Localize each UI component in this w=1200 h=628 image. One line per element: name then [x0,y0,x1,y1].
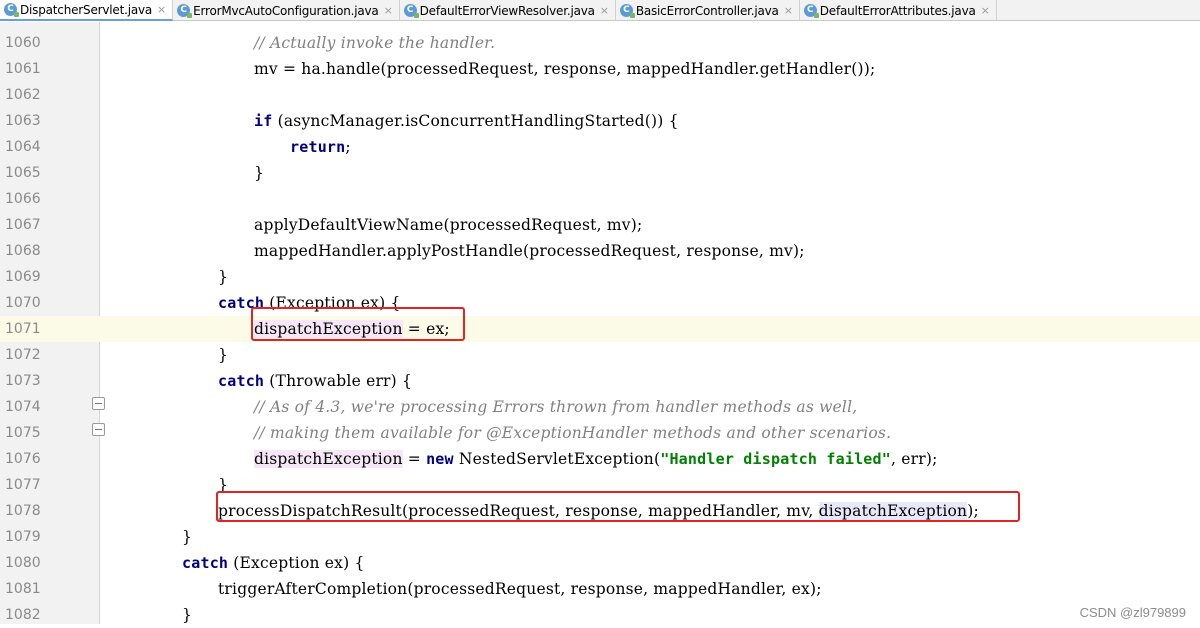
code-line-current: 1071 dispatchException = ex; [0,316,1200,342]
code-line: 1074 // As of 4.3, we're processing Erro… [0,394,1200,420]
code-comment: // making them available for @ExceptionH… [254,424,892,442]
keyword: if [254,112,273,130]
code-line: 1064 return; [0,134,1200,160]
tab-dispatcherservlet[interactable]: C DispatcherServlet.java × [0,0,174,21]
line-number: 1070 [5,295,41,311]
java-class-icon: C [619,4,635,18]
variable-dispatchexception: dispatchException [254,450,403,468]
keyword: new [426,450,454,468]
close-icon[interactable]: × [600,4,609,17]
code-line: 1075 // making them available for @Excep… [0,420,1200,446]
tab-defaulterrorviewresolver[interactable]: C DefaultErrorViewResolver.java × [400,0,616,21]
code-text: = [402,450,427,468]
code-line: 1063 if (asyncManager.isConcurrentHandli… [0,108,1200,134]
code-text: (asyncManager.isConcurrentHandlingStarte… [272,112,679,130]
code-line: 1070 catch (Exception ex) { [0,290,1200,316]
code-line: 1067 applyDefaultViewName(processedReque… [0,212,1200,238]
code-line: 1061 mv = ha.handle(processedRequest, re… [0,56,1200,82]
fold-toggle-icon[interactable] [92,423,105,436]
string-literal: "Handler dispatch failed" [660,450,891,468]
line-number: 1068 [5,243,41,259]
code-text: } [182,606,193,624]
line-number: 1081 [5,581,41,597]
editor-tab-bar: C DispatcherServlet.java × C ErrorMvcAut… [0,0,1200,21]
code-text: triggerAfterCompletion(processedRequest,… [218,580,822,598]
code-line: 1079 } [0,524,1200,550]
java-class-icon: C [4,3,19,17]
code-text: } [218,268,229,286]
code-line: 1076 dispatchException = new NestedServl… [0,446,1200,472]
line-number: 1078 [5,503,41,519]
line-number: 1077 [5,477,41,493]
code-line: 1066 [0,186,1200,212]
line-number: 1071 [0,316,100,342]
code-text: } [218,346,229,364]
highlight-box [216,491,1020,522]
code-line: 1065 } [0,160,1200,186]
code-line: 1080 catch (Exception ex) { [0,550,1200,576]
tab-label: ErrorMvcAutoConfiguration.java [193,3,379,18]
line-number: 1061 [5,61,41,77]
keyword: catch [182,554,229,572]
close-icon[interactable]: × [384,4,393,17]
line-number: 1076 [5,451,41,467]
code-text: mv = ha.handle(processedRequest, respons… [254,60,876,78]
line-number: 1073 [5,373,41,389]
line-number: 1060 [5,35,41,51]
line-number: 1082 [5,607,41,623]
code-text: ; [345,138,351,156]
code-text: } [182,528,193,546]
line-number: 1066 [5,191,41,207]
keyword: catch [218,372,265,390]
code-text: , err); [891,450,938,468]
line-number: 1062 [5,87,41,103]
code-line: 1081 triggerAfterCompletion(processedReq… [0,576,1200,602]
code-line: 1072 } [0,342,1200,368]
code-text: applyDefaultViewName(processedRequest, m… [254,216,643,234]
tab-label: DefaultErrorAttributes.java [819,3,976,18]
line-number: 1064 [5,139,41,155]
tab-label: BasicErrorController.java [635,3,779,18]
line-number: 1069 [5,269,41,285]
java-class-icon: C [803,4,819,18]
line-number: 1075 [5,425,41,441]
code-line: 1069 } [0,264,1200,290]
code-text: NestedServletException( [453,450,661,468]
tab-label: DispatcherServlet.java [20,2,153,17]
highlight-box [251,307,465,341]
code-editor[interactable]: 1060 // Actually invoke the handler. 106… [0,22,1200,624]
close-icon[interactable]: × [784,4,793,17]
code-line: 1073 catch (Throwable err) { [0,368,1200,394]
tab-basicerrorcontroller[interactable]: C BasicErrorController.java × [616,0,800,21]
tab-errormvcautoconfiguration[interactable]: C ErrorMvcAutoConfiguration.java × [173,0,400,21]
code-line: 1068 mappedHandler.applyPostHandle(proce… [0,238,1200,264]
line-number: 1074 [5,399,41,415]
code-comment: // Actually invoke the handler. [254,34,496,52]
line-number: 1063 [5,113,41,129]
code-text: } [254,164,265,182]
code-line: 1082 } [0,602,1200,628]
java-class-icon: C [177,4,193,18]
line-number: 1072 [5,347,41,363]
fold-toggle-icon[interactable] [92,397,105,410]
tab-defaulterrorattributes[interactable]: C DefaultErrorAttributes.java × [800,0,997,21]
java-class-icon: C [403,4,419,18]
line-number: 1067 [5,217,41,233]
keyword: return [290,138,346,156]
code-line: 1060 // Actually invoke the handler. [0,30,1200,56]
watermark: CSDN @zl979899 [1079,605,1186,620]
code-text: (Throwable err) { [264,372,413,390]
close-icon[interactable]: × [981,4,990,17]
code-line: 1062 [0,82,1200,108]
code-text: (Exception ex) { [228,554,365,572]
close-icon[interactable]: × [157,3,166,16]
line-number: 1080 [5,555,41,571]
code-comment: // As of 4.3, we're processing Errors th… [254,398,858,416]
line-number: 1079 [5,529,41,545]
line-number: 1065 [5,165,41,181]
tab-label: DefaultErrorViewResolver.java [419,3,595,18]
code-text: mappedHandler.applyPostHandle(processedR… [254,242,805,260]
